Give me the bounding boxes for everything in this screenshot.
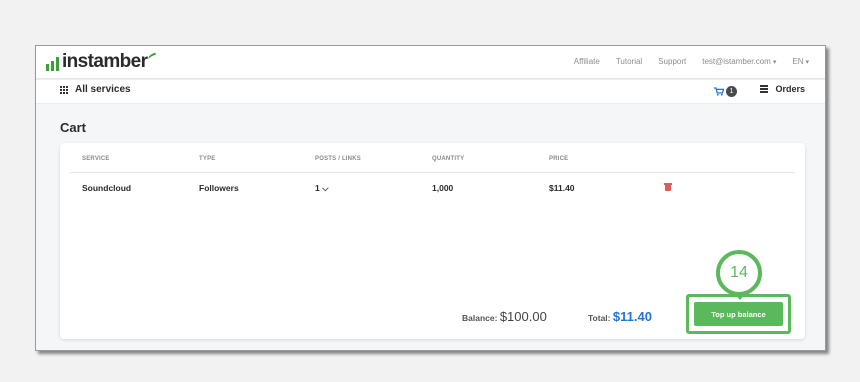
caret-down-icon: ▾ <box>772 59 777 66</box>
logo-text: instamber <box>62 51 148 72</box>
sub-navbar: All services 1 Orders <box>36 80 825 104</box>
posts-links-value: 1 <box>315 183 320 193</box>
instamber-logo[interactable]: instamber <box>46 51 159 72</box>
step-marker: 14 <box>716 250 762 296</box>
all-services-button[interactable]: All services <box>60 84 131 95</box>
row-type: Followers <box>199 183 239 193</box>
column-header-type: TYPE <box>199 156 216 162</box>
caret-down-icon: ▾ <box>805 59 809 66</box>
top-nav-links: Affiliate Tutorial Support test@istamber… <box>558 57 809 66</box>
total-value: $11.40 <box>612 309 652 324</box>
row-quantity: 1,000 <box>432 183 454 193</box>
column-header-quantity: QUANTITY <box>432 156 465 162</box>
cart-count-badge: 1 <box>726 86 737 97</box>
leaf-icon <box>147 52 159 62</box>
column-header-posts-links: POSTS / LINKS <box>315 156 361 162</box>
column-header-service: SERVICE <box>82 156 110 162</box>
cart-icon <box>714 87 724 96</box>
account-dropdown[interactable]: test@istamber.com ▾ <box>702 57 776 66</box>
cart-button[interactable]: 1 <box>714 86 737 97</box>
row-price: $11.40 <box>549 183 575 193</box>
top-navbar: instamber Affiliate Tutorial Support tes… <box>36 46 825 79</box>
page-title: Cart <box>60 120 87 135</box>
account-email: test@istamber.com <box>702 57 771 66</box>
app-window: instamber Affiliate Tutorial Support tes… <box>35 45 826 351</box>
nav-tutorial-link[interactable]: Tutorial <box>616 57 642 66</box>
grid-icon <box>60 85 68 94</box>
all-services-label: All services <box>75 84 131 95</box>
nav-support-link[interactable]: Support <box>658 57 686 66</box>
language-code: EN <box>792 57 804 66</box>
header-divider <box>70 172 795 173</box>
balance-value: $100.00 <box>499 309 547 324</box>
balance-summary: Balance: $100.00 <box>462 309 547 324</box>
chevron-down-icon: ⌵ <box>322 183 329 193</box>
delete-item-icon[interactable] <box>664 183 672 191</box>
list-icon <box>760 85 769 93</box>
row-service: Soundcloud <box>82 183 132 193</box>
top-up-balance-button[interactable]: Top up balance <box>694 302 783 326</box>
orders-button[interactable]: Orders <box>760 84 805 94</box>
logo-bars-icon <box>46 57 59 71</box>
balance-label: Balance: <box>462 313 498 323</box>
posts-links-select[interactable]: 1 ⌵ <box>315 183 329 194</box>
total-summary: Total: $11.40 <box>588 309 652 324</box>
total-label: Total: <box>588 313 611 323</box>
orders-label: Orders <box>775 84 805 94</box>
language-dropdown[interactable]: EN ▾ <box>792 57 809 66</box>
nav-affiliate-link[interactable]: Affiliate <box>574 57 600 66</box>
column-header-price: PRICE <box>549 156 569 162</box>
